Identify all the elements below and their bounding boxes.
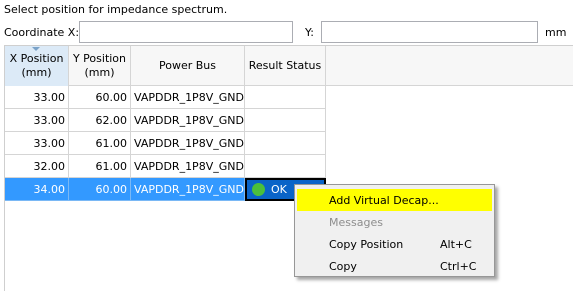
- menu-item-add-virtual-decap[interactable]: Add Virtual Decap...: [297, 189, 492, 211]
- menu-item-label: Copy: [329, 259, 357, 273]
- x-position-cell-text: 33.00: [33, 113, 66, 127]
- y-position-cell[interactable]: 61.00: [69, 155, 131, 178]
- y-position-cell-text: 61.00: [95, 136, 128, 150]
- x-position-cell[interactable]: 33.00: [5, 109, 69, 132]
- sort-indicator-icon: [32, 47, 40, 51]
- menu-item-copy[interactable]: Copy Ctrl+C: [297, 255, 492, 277]
- status-ok-icon: [252, 182, 265, 196]
- y-position-cell-text: 60.00: [95, 182, 128, 196]
- result-status-cell[interactable]: [245, 132, 326, 155]
- power-bus-cell[interactable]: VAPDDR_1P8V_GND: [131, 132, 245, 155]
- y-position-cell[interactable]: 60.00: [69, 178, 131, 201]
- header-x-position-label: X Position (mm): [9, 52, 64, 79]
- x-position-cell-text: 32.00: [33, 159, 66, 173]
- y-position-cell-text: 61.00: [95, 159, 128, 173]
- power-bus-cell[interactable]: VAPDDR_1P8V_GND: [131, 86, 245, 109]
- header-y-position-label: Y Position (mm): [72, 52, 127, 79]
- header-y-position[interactable]: Y Position (mm): [69, 46, 131, 86]
- table-row[interactable]: 33.00 60.00 VAPDDR_1P8V_GND: [5, 86, 326, 109]
- coordinate-x-label: Coordinate X:: [4, 26, 80, 39]
- x-position-cell[interactable]: 32.00: [5, 155, 69, 178]
- x-position-cell-text: 33.00: [33, 90, 66, 104]
- menu-item-label: Add Virtual Decap...: [329, 193, 439, 207]
- y-position-cell-text: 60.00: [95, 90, 128, 104]
- table-header: X Position (mm) Y Position (mm) Power Bu…: [5, 46, 573, 86]
- menu-item-label: Copy Position: [329, 237, 404, 251]
- result-status-cell-text: OK: [271, 182, 287, 196]
- header-power-bus-label: Power Bus: [158, 59, 216, 72]
- power-bus-cell[interactable]: VAPDDR_1P8V_GND: [131, 109, 245, 132]
- table-row[interactable]: 33.00 61.00 VAPDDR_1P8V_GND: [5, 132, 326, 155]
- x-position-cell-text: 33.00: [33, 136, 66, 150]
- result-status-cell[interactable]: [245, 109, 326, 132]
- power-bus-cell-text: VAPDDR_1P8V_GND: [134, 90, 244, 104]
- y-position-cell[interactable]: 61.00: [69, 132, 131, 155]
- y-position-cell[interactable]: 60.00: [69, 86, 131, 109]
- header-result-status[interactable]: Result Status: [245, 46, 326, 86]
- x-position-cell[interactable]: 34.00: [5, 178, 69, 201]
- table-row[interactable]: 33.00 62.00 VAPDDR_1P8V_GND: [5, 109, 326, 132]
- y-position-cell[interactable]: 62.00: [69, 109, 131, 132]
- power-bus-cell[interactable]: VAPDDR_1P8V_GND: [131, 178, 245, 201]
- x-position-cell[interactable]: 33.00: [5, 132, 69, 155]
- result-status-cell[interactable]: [245, 86, 326, 109]
- menu-item-label: Messages: [329, 215, 383, 229]
- x-coordinate-input[interactable]: [79, 21, 293, 43]
- y-coordinate-input[interactable]: [321, 21, 538, 43]
- table-row[interactable]: 32.00 61.00 VAPDDR_1P8V_GND: [5, 155, 326, 178]
- power-bus-cell-text: VAPDDR_1P8V_GND: [134, 113, 244, 127]
- header-x-position[interactable]: X Position (mm): [5, 46, 69, 86]
- power-bus-cell-text: VAPDDR_1P8V_GND: [134, 182, 244, 196]
- power-bus-cell-text: VAPDDR_1P8V_GND: [134, 159, 244, 173]
- menu-item-shortcut: Ctrl+C: [440, 259, 477, 273]
- x-position-cell-text: 34.00: [33, 182, 66, 196]
- menu-item-shortcut: Alt+C: [440, 237, 472, 251]
- context-menu: Add Virtual Decap... Messages Copy Posit…: [294, 184, 495, 277]
- table-row[interactable]: 34.00 60.00 VAPDDR_1P8V_GND OK: [5, 178, 326, 201]
- header-result-status-label: Result Status: [248, 59, 322, 72]
- result-status-cell[interactable]: [245, 155, 326, 178]
- y-position-cell-text: 62.00: [95, 113, 128, 127]
- menu-item-messages: Messages: [297, 211, 492, 233]
- power-bus-cell-text: VAPDDR_1P8V_GND: [134, 136, 244, 150]
- instruction-text: Select position for impedance spectrum.: [4, 3, 228, 16]
- y-coordinate-label: Y:: [305, 26, 314, 39]
- unit-label: mm: [545, 26, 567, 39]
- power-bus-cell[interactable]: VAPDDR_1P8V_GND: [131, 155, 245, 178]
- header-power-bus[interactable]: Power Bus: [131, 46, 245, 86]
- menu-item-copy-position[interactable]: Copy Position Alt+C: [297, 233, 492, 255]
- x-position-cell[interactable]: 33.00: [5, 86, 69, 109]
